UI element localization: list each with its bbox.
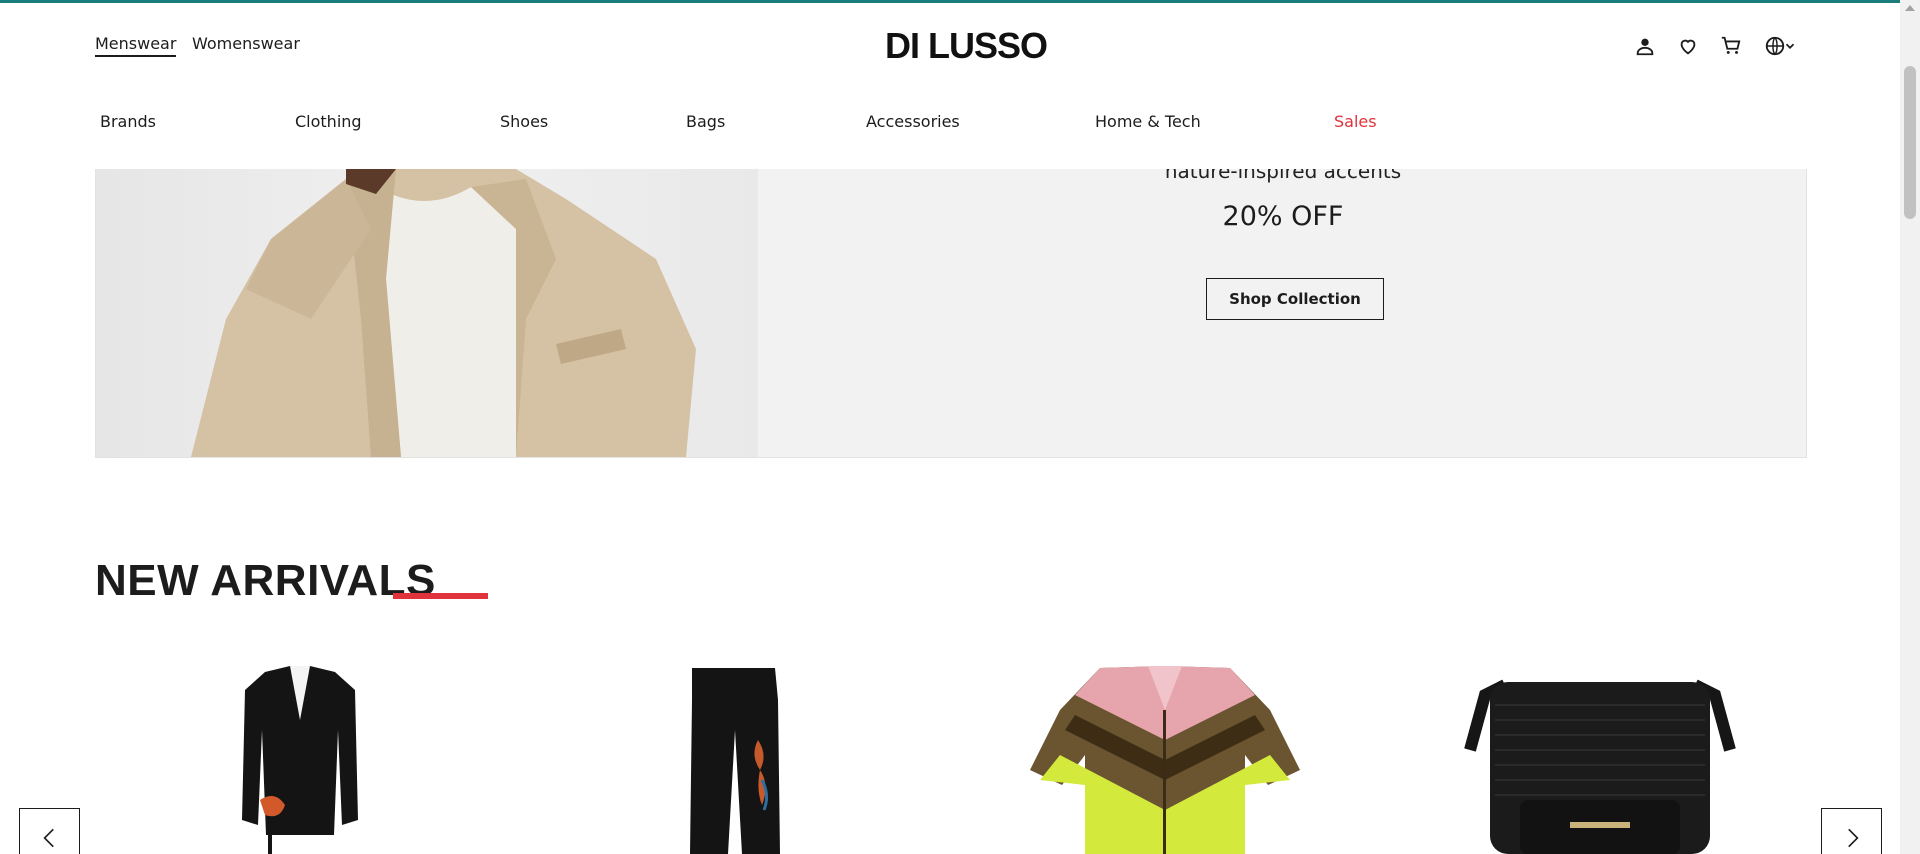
scroll-up-arrow-icon[interactable] <box>1905 5 1915 11</box>
title-accent-bar <box>393 593 488 599</box>
nav-bags[interactable]: Bags <box>686 112 725 131</box>
hero-model-image <box>96 169 758 457</box>
site-header: Menswear Womenswear DI LUSSO Brands Clot… <box>0 3 1900 169</box>
carousel-next-button[interactable] <box>1821 808 1882 854</box>
wishlist-heart-icon[interactable] <box>1675 33 1701 59</box>
product-black-blazer[interactable] <box>230 660 370 854</box>
nav-accessories[interactable]: Accessories <box>866 112 960 131</box>
hero-discount: 20% OFF <box>1222 201 1344 232</box>
tab-womenswear[interactable]: Womenswear <box>192 34 300 53</box>
product-black-trousers[interactable] <box>680 660 790 854</box>
hero-subtitle: nature-inspired accents <box>1164 169 1402 183</box>
tab-menswear[interactable]: Menswear <box>95 34 177 57</box>
nav-shoes[interactable]: Shoes <box>500 112 548 131</box>
cart-icon[interactable] <box>1718 33 1744 59</box>
site-logo[interactable]: DI LUSSO <box>885 25 1048 67</box>
hero-banner: nature-inspired accents 20% OFF Shop Col… <box>95 169 1807 458</box>
product-striped-shirt[interactable] <box>1030 660 1300 854</box>
new-arrivals-title: NEW ARRIVALS <box>95 556 436 605</box>
nav-clothing[interactable]: Clothing <box>295 112 362 131</box>
page-scrollbar[interactable] <box>1900 0 1920 854</box>
chevron-right-icon <box>1847 828 1859 848</box>
shop-collection-button[interactable]: Shop Collection <box>1206 278 1384 320</box>
account-icon[interactable] <box>1632 33 1658 59</box>
chevron-down-icon[interactable] <box>1783 33 1797 59</box>
hero-content: nature-inspired accents 20% OFF Shop Col… <box>758 169 1806 457</box>
chevron-left-icon <box>42 828 54 848</box>
product-black-crossbody-bag[interactable] <box>1460 660 1740 854</box>
nav-brands[interactable]: Brands <box>100 112 156 131</box>
nav-home-tech[interactable]: Home & Tech <box>1095 112 1201 131</box>
scrollbar-thumb[interactable] <box>1904 66 1916 219</box>
carousel-prev-button[interactable] <box>19 808 80 854</box>
nav-sales[interactable]: Sales <box>1334 112 1377 131</box>
